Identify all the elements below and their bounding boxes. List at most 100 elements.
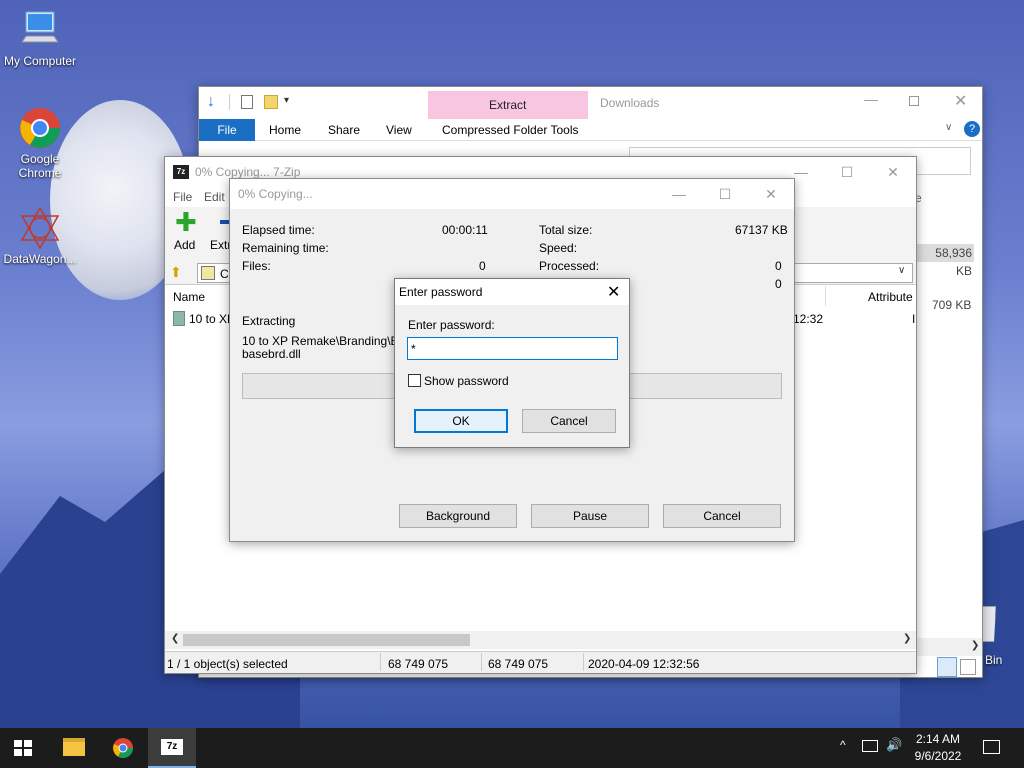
separator (229, 94, 230, 110)
explorer-titlebar: ↓ ▾ Extract Downloads — ✕ (199, 87, 982, 119)
background-button[interactable]: Background (399, 504, 517, 528)
desktop-icon-chrome[interactable]: Google Chrome (0, 106, 80, 180)
list-hscroll[interactable]: ❮ ❯ (165, 631, 916, 649)
extra-value: 0 (775, 277, 782, 291)
help-icon[interactable]: ? (964, 121, 980, 137)
desktop-icon-label: My Computer (3, 54, 77, 68)
status-size: 68 749 075 (388, 657, 449, 671)
maximize-icon[interactable]: ☐ (702, 179, 748, 209)
close-icon[interactable]: ✕ (607, 282, 620, 302)
row-attr: I (912, 312, 916, 326)
total-size-label: Total size: (539, 223, 593, 237)
show-password-checkbox[interactable] (408, 374, 421, 387)
details-view-icon[interactable] (937, 657, 957, 677)
notifications-icon[interactable] (983, 740, 1000, 754)
show-password-label[interactable]: Show password (424, 374, 509, 388)
extracting-path: 10 to XP Remake\Branding\Bas (242, 334, 412, 348)
clock-time: 2:14 AM (915, 732, 961, 746)
properties-icon[interactable] (241, 95, 253, 109)
scroll-right-icon[interactable]: ❯ (903, 633, 911, 644)
ribbon-home-tab[interactable]: Home (269, 123, 301, 137)
password-dialog: Enter password ✕ Enter password: Show pa… (394, 278, 630, 448)
column-name[interactable]: Name (173, 290, 205, 304)
file-icon (173, 311, 185, 326)
remaining-label: Remaining time: (242, 241, 329, 255)
status-bar: 1 / 1 object(s) selected 68 749 075 68 7… (165, 651, 916, 673)
show-hidden-icons-icon[interactable]: ^ (840, 738, 846, 752)
scroll-thumb[interactable] (183, 634, 470, 646)
cancel-button[interactable]: Cancel (663, 504, 781, 528)
7zip-app-icon: 7z (173, 165, 189, 179)
explorer-title: Downloads (600, 96, 660, 110)
download-arrow-icon[interactable]: ↓ (207, 93, 215, 111)
status-separator (583, 653, 584, 671)
pause-button[interactable]: Pause (531, 504, 649, 528)
column-attributes[interactable]: Attribute (868, 290, 913, 304)
ribbon-view-tab[interactable]: View (386, 123, 412, 137)
add-icon[interactable]: ✚ (175, 209, 197, 235)
scroll-left-icon[interactable]: ❮ (171, 633, 179, 644)
processed-value: 0 (775, 259, 782, 273)
menu-edit[interactable]: Edit (204, 190, 225, 204)
recycle-bin-label: Bin (985, 653, 1003, 667)
progress-title: 0% Copying... (238, 187, 313, 201)
files-label: Files: (242, 259, 271, 273)
computer-icon (18, 8, 62, 52)
path-text: C (220, 267, 229, 281)
tab-extract[interactable]: Extract (489, 98, 526, 112)
close-icon[interactable]: ✕ (748, 179, 794, 209)
total-size-value: 67137 KB (735, 223, 788, 237)
files-value: 0 (479, 259, 486, 273)
status-date: 2020-04-09 12:32:56 (588, 657, 700, 671)
close-icon[interactable]: ✕ (870, 157, 916, 187)
minimize-icon[interactable]: — (864, 91, 878, 107)
new-folder-icon[interactable] (264, 95, 278, 109)
chevron-down-icon[interactable]: ▾ (284, 95, 289, 106)
elapsed-label: Elapsed time: (242, 223, 315, 237)
chrome-icon[interactable] (112, 737, 134, 759)
status-packed-size: 68 749 075 (488, 657, 549, 671)
speed-label: Speed: (539, 241, 578, 255)
minimize-icon[interactable]: — (656, 179, 702, 209)
ok-button[interactable]: OK (414, 409, 508, 433)
clock[interactable]: 2:14 AM 9/6/2022 (906, 732, 970, 763)
scroll-right-icon[interactable]: ❯ (971, 640, 979, 651)
size-cell: 709 KB (932, 298, 972, 312)
clock-date: 9/6/2022 (914, 749, 962, 763)
desktop-icon-datawagon[interactable]: DataWagon... (0, 206, 80, 266)
password-input[interactable] (407, 337, 618, 360)
ribbon-compressed-tools-tab[interactable]: Compressed Folder Tools (442, 123, 579, 137)
status-separator (481, 653, 482, 671)
processed-label: Processed: (539, 259, 600, 273)
large-icons-view-icon[interactable] (960, 659, 976, 675)
chevron-down-icon[interactable]: ∨ (945, 122, 952, 133)
maximize-icon[interactable]: ☐ (824, 157, 870, 187)
chevron-down-icon[interactable]: ∨ (898, 265, 905, 276)
volume-icon[interactable]: 🔊 (886, 737, 902, 753)
desktop-icon-label: Google Chrome (18, 152, 62, 180)
extracting-file: basebrd.dll (242, 347, 301, 361)
ribbon-share-tab[interactable]: Share (328, 123, 360, 137)
explorer-ribbon: File Home Share View Compressed Folder T… (199, 119, 982, 141)
password-title: Enter password (399, 285, 483, 299)
maximize-icon[interactable] (909, 96, 919, 106)
chrome-icon (18, 106, 62, 150)
desktop-icon-my-computer[interactable]: My Computer (0, 8, 80, 68)
ribbon-file-tab[interactable]: File (199, 119, 255, 141)
7zip-icon: 7z (161, 739, 183, 755)
toolbar-add-label[interactable]: Add (174, 238, 195, 252)
menu-file[interactable]: File (173, 190, 192, 204)
status-selection: 1 / 1 object(s) selected (167, 657, 288, 671)
taskbar-7zip-button[interactable]: 7z (148, 728, 196, 768)
extracting-label: Extracting (242, 314, 296, 328)
column-separator (825, 286, 826, 306)
cancel-button[interactable]: Cancel (522, 409, 616, 433)
folder-up-icon[interactable]: ⬆ (170, 264, 182, 281)
file-explorer-icon[interactable] (63, 738, 85, 756)
desktop-icon-label: DataWagon... (3, 252, 77, 266)
sevenzip-title: 0% Copying... 7-Zip (195, 165, 301, 179)
windows-start-icon[interactable] (14, 740, 32, 756)
close-icon[interactable]: ✕ (954, 91, 967, 111)
network-icon[interactable] (862, 740, 878, 752)
password-titlebar: Enter password ✕ (395, 279, 629, 305)
